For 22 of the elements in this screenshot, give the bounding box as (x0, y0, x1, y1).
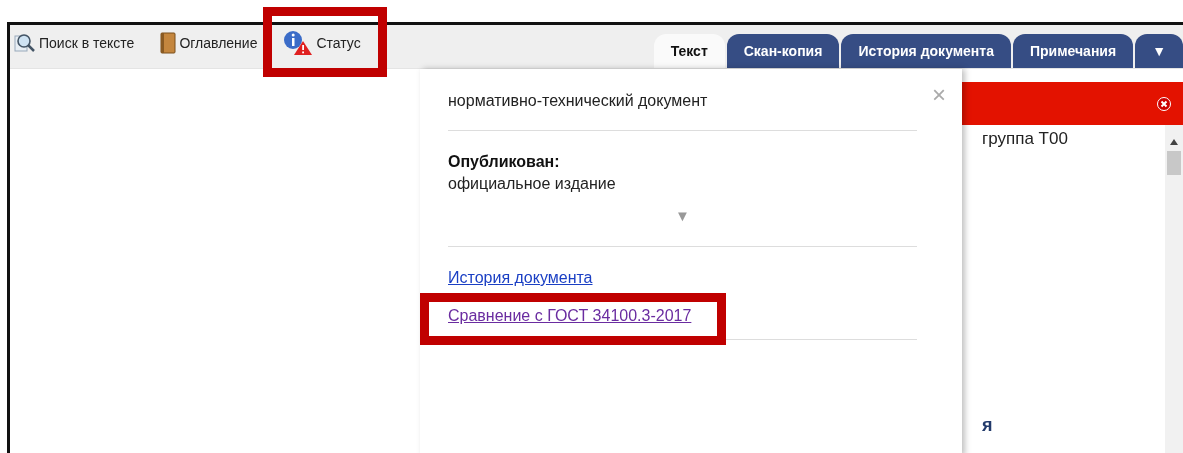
document-link[interactable]: Сравнение с ГОСТ 34100.3-2017 (448, 307, 692, 325)
scroll-thumb[interactable] (1167, 151, 1181, 175)
toolbar-button[interactable]: Поиск в тексте (14, 33, 135, 53)
magnifier-icon (14, 33, 36, 53)
scrollbar[interactable] (1165, 125, 1183, 453)
tab[interactable]: ▼ (1135, 34, 1183, 68)
field-value: официальное издание (448, 175, 617, 193)
toolbar-button[interactable]: Статус (283, 30, 361, 56)
document-type: нормативно-технический документ (448, 69, 917, 131)
tab[interactable]: История документа (841, 34, 1011, 68)
tab[interactable]: Примечания (1012, 34, 1134, 68)
tab[interactable]: Текст (653, 34, 725, 68)
panel-text: группа Т00 (982, 129, 1069, 149)
tab[interactable]: Скан-копия (726, 34, 840, 68)
toolbar-button[interactable]: Оглавление (160, 32, 258, 54)
close-icon[interactable] (1157, 96, 1171, 111)
document-link[interactable]: История документа (448, 269, 593, 287)
scroll-up-icon[interactable] (1170, 139, 1178, 145)
info-warning-icon (283, 30, 314, 56)
book-icon (160, 32, 177, 54)
field-label: Опубликован: (448, 153, 561, 171)
heading-fragment: я (982, 415, 994, 436)
